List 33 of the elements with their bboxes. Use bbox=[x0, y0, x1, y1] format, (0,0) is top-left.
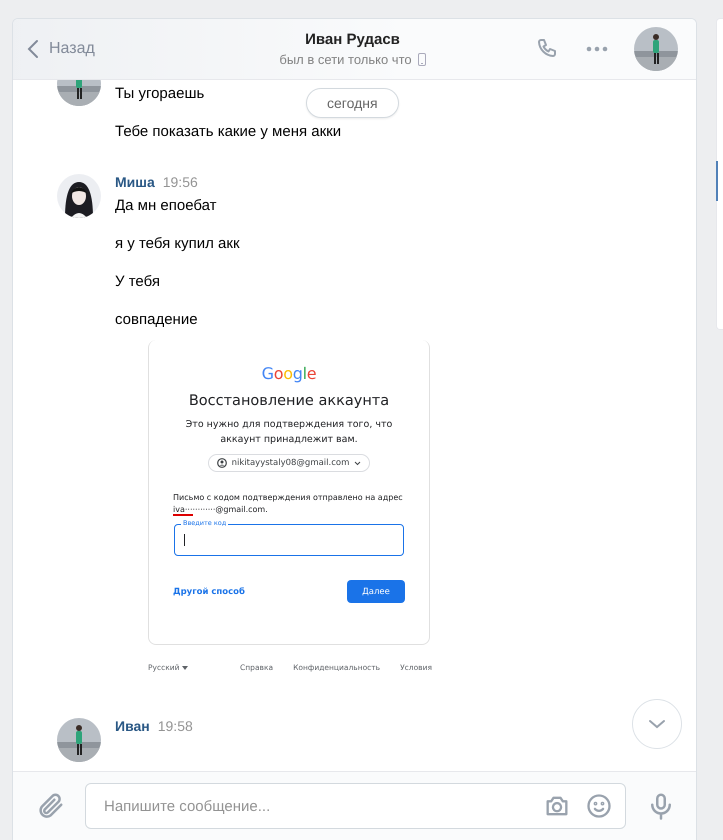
message-time: 19:56 bbox=[162, 174, 198, 190]
recovery-subtitle: Это нужно для подтверждения того, что аккаунт принадлежит вам. bbox=[184, 418, 394, 447]
message-text: я у тебя купил акк bbox=[115, 234, 241, 254]
account-email: nikitayystaly08@gmail.com bbox=[232, 458, 350, 468]
recovery-title: Восстановление аккаунта bbox=[188, 393, 390, 409]
chevron-down-icon bbox=[648, 719, 666, 729]
message-box[interactable]: Напишите сообщение... bbox=[85, 783, 626, 829]
more-icon[interactable] bbox=[586, 46, 608, 52]
author-name[interactable]: Иван bbox=[115, 718, 150, 734]
message-text: Тебе показать какие у меня акки bbox=[115, 122, 342, 142]
message-text: У тебя bbox=[115, 272, 161, 292]
text-cursor bbox=[184, 534, 185, 546]
chevron-icon bbox=[354, 460, 362, 466]
author-name[interactable]: Миша bbox=[115, 174, 155, 190]
message-field[interactable]: Напишите сообщение... bbox=[102, 796, 530, 816]
logo: Google bbox=[262, 364, 316, 383]
date-label: сегодня bbox=[306, 88, 399, 118]
online-status: был в сети только что bbox=[279, 52, 412, 67]
emoji-icon[interactable] bbox=[585, 792, 614, 820]
message-text: Ты угораешь bbox=[115, 84, 206, 104]
back-icon bbox=[27, 39, 39, 59]
other-method-link[interactable]: Другой способ bbox=[173, 586, 245, 596]
contact-name: Иван Рудасв bbox=[305, 31, 400, 48]
dropdown-icon bbox=[182, 666, 188, 670]
account-icon bbox=[216, 458, 227, 468]
notice-text: Письмо с кодом подтверждения отправлено на адрес iva············@gmail.com. bbox=[173, 493, 403, 514]
phone-device-icon bbox=[418, 53, 426, 66]
message-text: совпадение bbox=[115, 310, 199, 330]
underline-mark bbox=[173, 514, 193, 516]
message-text: Да мн епоебат bbox=[115, 196, 218, 216]
message-time: 19:58 bbox=[158, 718, 193, 734]
next-button[interactable]: Далее bbox=[347, 580, 405, 603]
account-chip[interactable]: nikitayystaly08@gmail.com bbox=[208, 454, 370, 472]
